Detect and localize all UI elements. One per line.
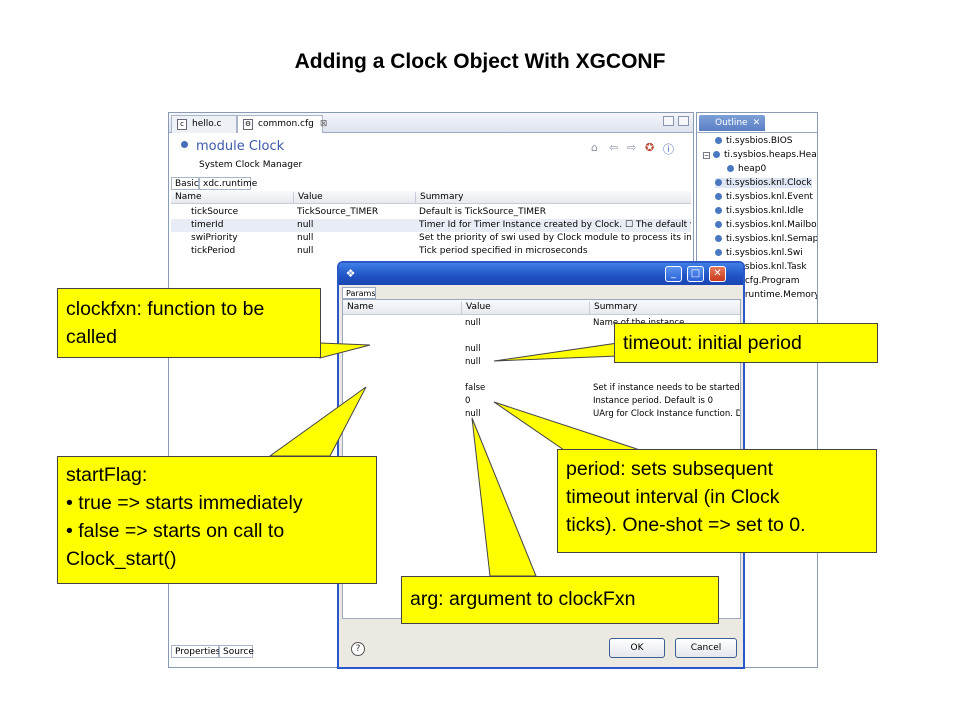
arg-callout: arg: argument to clockFxn	[401, 576, 719, 624]
timeout-pointer	[493, 342, 619, 362]
startflag-callout: startFlag: • true => starts immediately • …	[57, 456, 377, 584]
arg-pointer	[471, 417, 537, 577]
period-pointer	[493, 401, 641, 451]
clockfxn-pointer	[319, 342, 371, 359]
timeout-callout: timeout: initial period	[614, 323, 878, 363]
startflag-pointer	[268, 386, 367, 457]
clockfxn-callout: clockfxn: function to be called	[57, 288, 321, 358]
period-callout: period: sets subsequent timeout interval …	[557, 449, 877, 553]
